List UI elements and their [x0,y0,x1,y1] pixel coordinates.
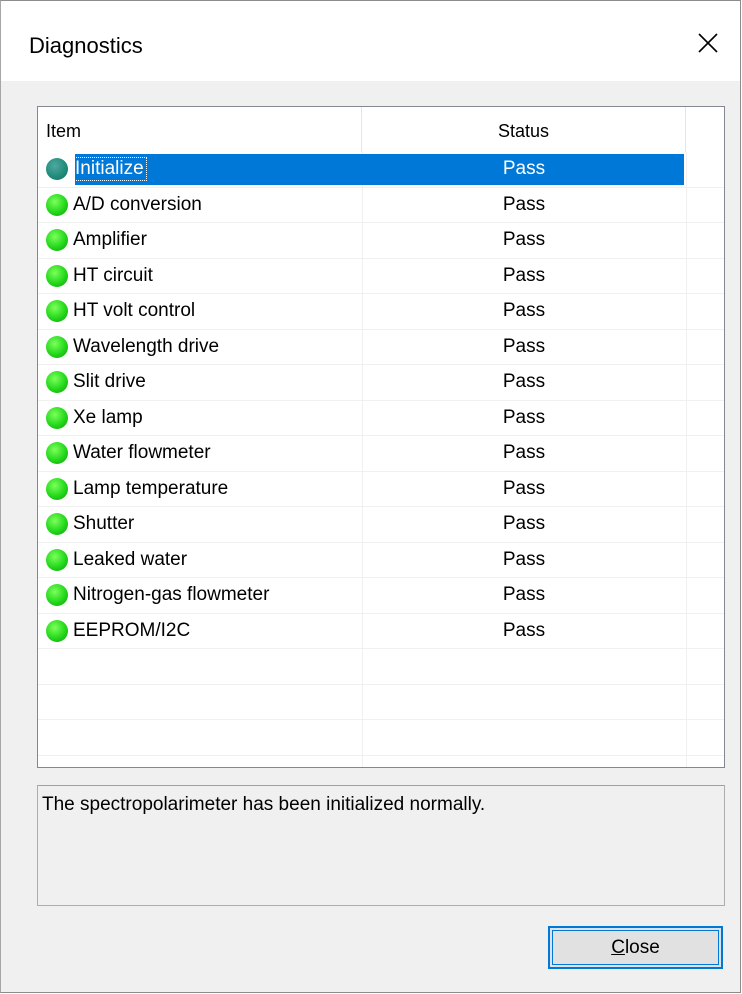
dialog-title: Diagnostics [29,33,143,58]
empty-row [38,685,724,720]
item-label: Initialize [72,157,147,182]
green-status-dot-icon [46,229,68,252]
green-status-dot-icon [46,548,68,571]
status-cell: Pass [502,442,546,464]
item-cell: EEPROM/I2C [46,614,190,649]
item-label: HT volt control [73,300,196,322]
green-status-dot-icon [46,513,68,536]
status-cell: Pass [502,371,546,393]
green-status-dot-icon [46,193,68,216]
status-cell: Pass [502,406,546,428]
item-label: Shutter [73,513,135,535]
item-label: Lamp temperature [73,477,229,499]
list-item[interactable]: Shutter Pass [38,507,724,543]
item-label: Leaked water [73,548,188,570]
item-label: A/D conversion [73,193,202,215]
diagnostics-dialog: Diagnostics Item Status Initialize Pass A/… [0,0,741,993]
item-cell: Xe lamp [46,401,143,436]
green-status-dot-icon [46,264,68,287]
focus-border [552,930,719,965]
list-item[interactable]: EEPROM/I2C Pass [38,614,724,649]
status-cell: Pass [502,548,546,570]
green-status-dot-icon [46,584,68,607]
green-status-dot-icon [46,477,68,500]
green-status-dot-icon [46,406,68,429]
item-label: EEPROM/I2C [73,619,191,641]
item-cell: Wavelength drive [46,330,219,365]
item-cell: Nitrogen-gas flowmeter [46,578,269,613]
item-label: Wavelength drive [73,335,220,357]
column-header-item[interactable]: Item [38,107,362,152]
green-status-dot-icon [46,371,68,394]
empty-row [38,649,724,685]
item-label: Slit drive [73,371,146,393]
status-cell: Pass [502,193,546,215]
list-item[interactable]: Initialize Pass [38,152,724,188]
item-cell: HT circuit [46,259,153,294]
item-cell: Initialize [46,152,147,187]
status-cell: Pass [502,584,546,606]
list-item[interactable]: HT circuit Pass [38,259,724,294]
status-cell: Pass [502,264,546,286]
item-cell: Shutter [46,507,134,542]
status-cell: Pass [502,300,546,322]
list-header: Item Status [38,107,724,152]
list-item[interactable]: Nitrogen-gas flowmeter Pass [38,578,724,614]
green-status-dot-icon [46,442,68,465]
status-message-box: The spectropolarimeter has been initiali… [37,785,725,906]
title-bar: Diagnostics [1,1,740,81]
column-header-status[interactable]: Status [362,107,686,152]
column-header-filler [686,107,724,152]
list-rows: Initialize Pass A/D conversion Pass Amplifie… [38,152,724,756]
item-cell: A/D conversion [46,188,202,223]
status-cell: Pass [502,335,546,357]
item-cell: Slit drive [46,365,146,400]
list-item[interactable]: Slit drive Pass [38,365,724,401]
list-item[interactable]: Water flowmeter Pass [38,436,724,472]
list-item[interactable]: Lamp temperature Pass [38,472,724,507]
item-cell: Lamp temperature [46,472,228,507]
item-label: HT circuit [73,264,153,286]
item-label: Nitrogen-gas flowmeter [73,584,270,606]
green-status-dot-icon [46,335,68,358]
list-item[interactable]: HT volt control Pass [38,294,724,330]
item-label: Water flowmeter [73,442,211,464]
status-cell: Pass [502,619,546,641]
status-cell: Pass [502,158,546,180]
status-cell: Pass [502,229,546,251]
item-label: Xe lamp [73,406,143,428]
item-cell: Water flowmeter [46,436,211,471]
green-status-dot-icon [46,619,68,642]
list-item[interactable]: Xe lamp Pass [38,401,724,436]
empty-row [38,720,724,756]
close-button[interactable]: Close [548,926,723,969]
green-status-dot-icon [46,158,68,181]
item-label: Amplifier [73,229,147,251]
item-cell: Leaked water [46,543,187,578]
close-icon[interactable] [690,25,726,61]
item-cell: Amplifier [46,223,147,258]
status-cell: Pass [502,513,546,535]
list-item[interactable]: Leaked water Pass [38,543,724,578]
item-cell: HT volt control [46,294,195,329]
list-item[interactable]: Amplifier Pass [38,223,724,259]
status-cell: Pass [502,477,546,499]
list-item[interactable]: Wavelength drive Pass [38,330,724,365]
list-item[interactable]: A/D conversion Pass [38,188,724,223]
diagnostics-list[interactable]: Item Status Initialize Pass A/D conversion… [37,106,725,768]
status-message: The spectropolarimeter has been initiali… [42,794,486,815]
green-status-dot-icon [46,300,68,323]
